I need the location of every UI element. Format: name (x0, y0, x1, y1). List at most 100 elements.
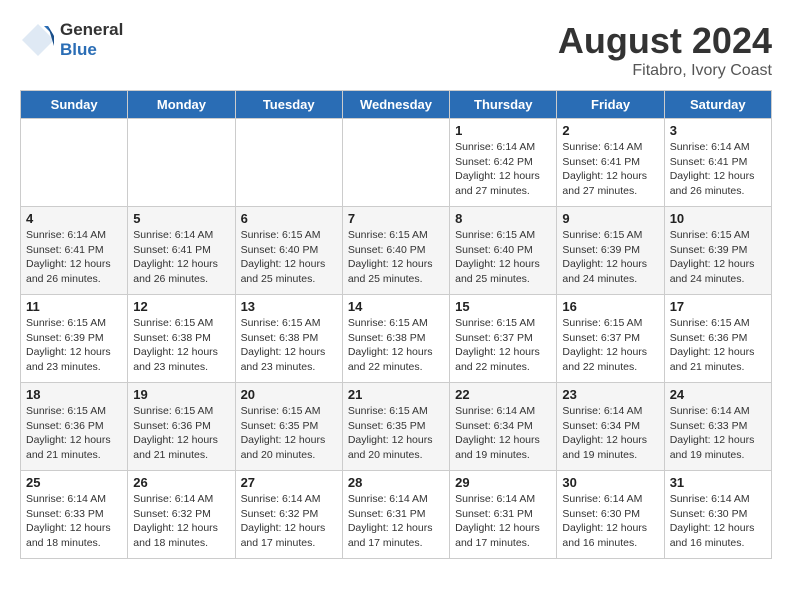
day-number: 19 (133, 387, 229, 402)
calendar-cell: 3 Sunrise: 6:14 AMSunset: 6:41 PMDaylight… (664, 119, 771, 207)
calendar-cell: 7 Sunrise: 6:15 AMSunset: 6:40 PMDaylight… (342, 207, 449, 295)
calendar-cell: 31 Sunrise: 6:14 AMSunset: 6:30 PMDayligh… (664, 471, 771, 559)
day-number: 14 (348, 299, 444, 314)
day-info: Sunrise: 6:15 AMSunset: 6:40 PMDaylight:… (241, 228, 337, 287)
calendar-cell: 17 Sunrise: 6:15 AMSunset: 6:36 PMDayligh… (664, 295, 771, 383)
day-info: Sunrise: 6:14 AMSunset: 6:33 PMDaylight:… (26, 492, 122, 551)
day-number: 16 (562, 299, 658, 314)
day-number: 4 (26, 211, 122, 226)
calendar-cell: 30 Sunrise: 6:14 AMSunset: 6:30 PMDayligh… (557, 471, 664, 559)
day-number: 20 (241, 387, 337, 402)
calendar-cell: 14 Sunrise: 6:15 AMSunset: 6:38 PMDayligh… (342, 295, 449, 383)
day-info: Sunrise: 6:14 AMSunset: 6:41 PMDaylight:… (26, 228, 122, 287)
day-number: 8 (455, 211, 551, 226)
title-section: August 2024 Fitabro, Ivory Coast (558, 20, 772, 80)
day-number: 7 (348, 211, 444, 226)
day-info: Sunrise: 6:14 AMSunset: 6:42 PMDaylight:… (455, 140, 551, 199)
day-info: Sunrise: 6:14 AMSunset: 6:34 PMDaylight:… (455, 404, 551, 463)
day-info: Sunrise: 6:15 AMSunset: 6:39 PMDaylight:… (670, 228, 766, 287)
calendar-cell: 28 Sunrise: 6:14 AMSunset: 6:31 PMDayligh… (342, 471, 449, 559)
calendar-cell (235, 119, 342, 207)
calendar-cell: 29 Sunrise: 6:14 AMSunset: 6:31 PMDayligh… (450, 471, 557, 559)
calendar-cell: 19 Sunrise: 6:15 AMSunset: 6:36 PMDayligh… (128, 383, 235, 471)
header-saturday: Saturday (664, 91, 771, 119)
week-row-1: 4 Sunrise: 6:14 AMSunset: 6:41 PMDaylight… (21, 207, 772, 295)
day-info: Sunrise: 6:14 AMSunset: 6:31 PMDaylight:… (348, 492, 444, 551)
day-number: 24 (670, 387, 766, 402)
day-number: 31 (670, 475, 766, 490)
day-info: Sunrise: 6:15 AMSunset: 6:40 PMDaylight:… (348, 228, 444, 287)
day-info: Sunrise: 6:14 AMSunset: 6:41 PMDaylight:… (562, 140, 658, 199)
calendar-cell: 26 Sunrise: 6:14 AMSunset: 6:32 PMDayligh… (128, 471, 235, 559)
calendar-cell: 25 Sunrise: 6:14 AMSunset: 6:33 PMDayligh… (21, 471, 128, 559)
day-number: 23 (562, 387, 658, 402)
calendar-cell: 27Sunrise: 6:14 AMSunset: 6:32 PMDayligh… (235, 471, 342, 559)
day-number: 28 (348, 475, 444, 490)
week-row-3: 18 Sunrise: 6:15 AMSunset: 6:36 PMDayligh… (21, 383, 772, 471)
day-info: Sunrise: 6:14 AMSunset: 6:41 PMDaylight:… (133, 228, 229, 287)
day-number: 10 (670, 211, 766, 226)
header-sunday: Sunday (21, 91, 128, 119)
day-info: Sunrise: 6:15 AMSunset: 6:39 PMDaylight:… (562, 228, 658, 287)
logo-icon (20, 22, 56, 58)
day-number: 18 (26, 387, 122, 402)
calendar-cell: 21Sunrise: 6:15 AMSunset: 6:35 PMDayligh… (342, 383, 449, 471)
month-year-title: August 2024 (558, 20, 772, 62)
day-info: Sunrise: 6:15 AMSunset: 6:36 PMDaylight:… (26, 404, 122, 463)
day-info: Sunrise: 6:15 AMSunset: 6:36 PMDaylight:… (133, 404, 229, 463)
day-info: Sunrise: 6:15 AMSunset: 6:38 PMDaylight:… (133, 316, 229, 375)
day-number: 13 (241, 299, 337, 314)
day-info: Sunrise: 6:15 AMSunset: 6:35 PMDaylight:… (241, 404, 337, 463)
day-info: Sunrise: 6:14 AMSunset: 6:34 PMDaylight:… (562, 404, 658, 463)
day-info: Sunrise: 6:15 AMSunset: 6:38 PMDaylight:… (241, 316, 337, 375)
calendar-cell: 2Sunrise: 6:14 AMSunset: 6:41 PMDaylight… (557, 119, 664, 207)
calendar-cell: 20 Sunrise: 6:15 AMSunset: 6:35 PMDayligh… (235, 383, 342, 471)
calendar-cell (342, 119, 449, 207)
header-tuesday: Tuesday (235, 91, 342, 119)
calendar-cell: 9Sunrise: 6:15 AMSunset: 6:39 PMDaylight… (557, 207, 664, 295)
page-header: General Blue August 2024 Fitabro, Ivory … (20, 20, 772, 80)
day-info: Sunrise: 6:15 AMSunset: 6:35 PMDaylight:… (348, 404, 444, 463)
day-number: 5 (133, 211, 229, 226)
day-number: 27 (241, 475, 337, 490)
day-info: Sunrise: 6:14 AMSunset: 6:32 PMDaylight:… (133, 492, 229, 551)
day-info: Sunrise: 6:15 AMSunset: 6:40 PMDaylight:… (455, 228, 551, 287)
calendar-cell: 22Sunrise: 6:14 AMSunset: 6:34 PMDayligh… (450, 383, 557, 471)
logo-blue: Blue (60, 40, 97, 59)
day-number: 26 (133, 475, 229, 490)
calendar-cell: 18 Sunrise: 6:15 AMSunset: 6:36 PMDayligh… (21, 383, 128, 471)
day-number: 30 (562, 475, 658, 490)
days-header-row: Sunday Monday Tuesday Wednesday Thursday… (21, 91, 772, 119)
calendar-cell: 6Sunrise: 6:15 AMSunset: 6:40 PMDaylight… (235, 207, 342, 295)
day-number: 15 (455, 299, 551, 314)
day-info: Sunrise: 6:14 AMSunset: 6:30 PMDaylight:… (670, 492, 766, 551)
calendar-cell: 12 Sunrise: 6:15 AMSunset: 6:38 PMDayligh… (128, 295, 235, 383)
day-info: Sunrise: 6:14 AMSunset: 6:31 PMDaylight:… (455, 492, 551, 551)
day-number: 3 (670, 123, 766, 138)
day-number: 17 (670, 299, 766, 314)
header-monday: Monday (128, 91, 235, 119)
day-number: 1 (455, 123, 551, 138)
day-info: Sunrise: 6:14 AMSunset: 6:30 PMDaylight:… (562, 492, 658, 551)
week-row-4: 25 Sunrise: 6:14 AMSunset: 6:33 PMDayligh… (21, 471, 772, 559)
day-info: Sunrise: 6:14 AMSunset: 6:41 PMDaylight:… (670, 140, 766, 199)
day-info: Sunrise: 6:14 AMSunset: 6:33 PMDaylight:… (670, 404, 766, 463)
day-info: Sunrise: 6:15 AMSunset: 6:39 PMDaylight:… (26, 316, 122, 375)
calendar-cell: 11 Sunrise: 6:15 AMSunset: 6:39 PMDayligh… (21, 295, 128, 383)
location-subtitle: Fitabro, Ivory Coast (558, 62, 772, 80)
calendar-cell: 8 Sunrise: 6:15 AMSunset: 6:40 PMDaylight… (450, 207, 557, 295)
day-info: Sunrise: 6:15 AMSunset: 6:36 PMDaylight:… (670, 316, 766, 375)
logo-general: General (60, 20, 123, 39)
calendar-cell: 16Sunrise: 6:15 AMSunset: 6:37 PMDayligh… (557, 295, 664, 383)
day-info: Sunrise: 6:15 AMSunset: 6:38 PMDaylight:… (348, 316, 444, 375)
day-number: 29 (455, 475, 551, 490)
calendar-table: Sunday Monday Tuesday Wednesday Thursday… (20, 90, 772, 559)
header-wednesday: Wednesday (342, 91, 449, 119)
calendar-cell: 1 Sunrise: 6:14 AMSunset: 6:42 PMDaylight… (450, 119, 557, 207)
day-number: 12 (133, 299, 229, 314)
day-number: 11 (26, 299, 122, 314)
calendar-cell (21, 119, 128, 207)
calendar-cell (128, 119, 235, 207)
day-info: Sunrise: 6:15 AMSunset: 6:37 PMDaylight:… (455, 316, 551, 375)
day-number: 25 (26, 475, 122, 490)
